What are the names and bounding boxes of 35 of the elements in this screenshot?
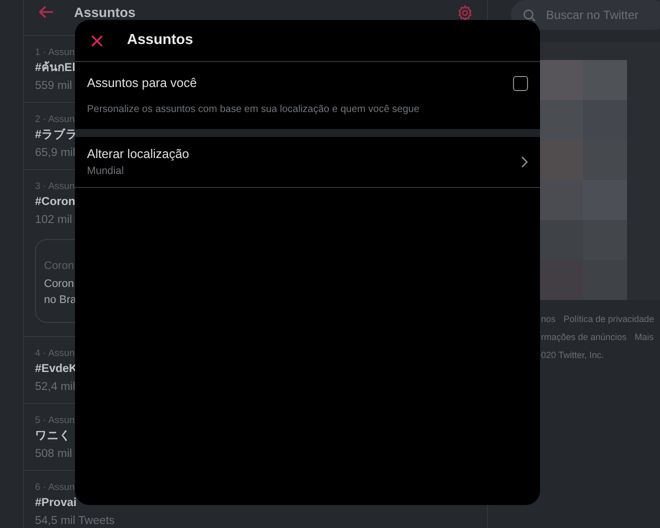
setting-value: Mundial: [87, 164, 125, 178]
search-bar[interactable]: Buscar no Twitter: [511, 0, 660, 30]
setting-label: Assuntos para você: [87, 75, 198, 92]
search-icon: [523, 8, 536, 22]
settings-icon[interactable]: [457, 5, 473, 21]
trend-category: 5 · Assun: [35, 414, 75, 428]
trend-name[interactable]: #EvdeK: [35, 361, 78, 378]
setting-label: Alterar localização: [87, 146, 190, 163]
close-icon[interactable]: [91, 34, 103, 46]
trend-category: 2 · Assun: [35, 113, 75, 127]
trend-name[interactable]: #ラブラ: [35, 127, 78, 144]
trend-name[interactable]: #ค้นกEl: [35, 60, 76, 77]
location-setting[interactable]: Alterar localização Mundial: [75, 136, 540, 188]
trend-category: 4 · Assun: [35, 347, 75, 361]
tweet-count: 54,5 mil Tweets: [35, 514, 115, 528]
chevron-right-icon: [521, 156, 528, 168]
tweet-count: 52,4 mil: [35, 380, 76, 395]
back-arrow-icon[interactable]: [38, 5, 54, 19]
trend-name[interactable]: ワニく: [35, 428, 71, 445]
tweet-count: 508 mil: [35, 447, 72, 462]
tweet-count: 559 mil: [35, 79, 72, 94]
news-headline: Coron: [44, 277, 74, 292]
page-title: Assuntos: [74, 5, 136, 20]
news-source: Coron: [44, 259, 74, 274]
trend-category: 1 · Assun: [35, 46, 75, 60]
search-field[interactable]: Buscar no Twitter: [546, 6, 656, 24]
setting-description: Personalize os assuntos com base em sua localização e quem você segue: [87, 102, 420, 117]
trend-category: 3 · Assun: [35, 180, 75, 194]
trend-name[interactable]: #Coron: [35, 194, 76, 211]
dialog-title: Assuntos: [127, 30, 194, 50]
tweet-count: 65,9 mil: [35, 146, 76, 161]
checkbox[interactable]: [513, 76, 528, 91]
trend-name[interactable]: #Provai: [35, 495, 77, 512]
tweet-count: 102 mil: [35, 213, 72, 228]
trend-category: 6 · Assun: [35, 481, 75, 495]
